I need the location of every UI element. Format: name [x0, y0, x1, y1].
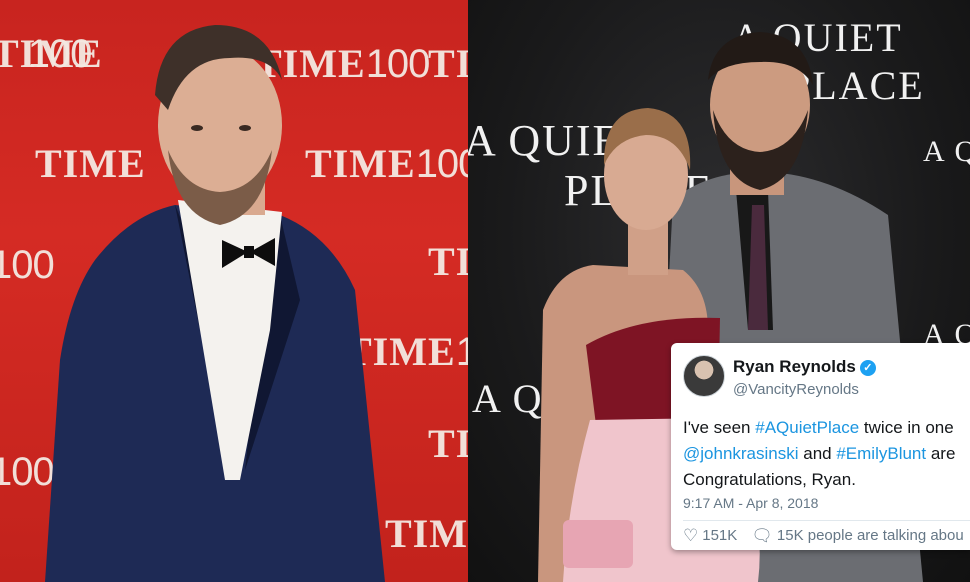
tweet-timestamp[interactable]: 9:17 AM - Apr 8, 2018 — [683, 495, 818, 511]
man-in-tuxedo — [45, 25, 385, 582]
tweet-author-handle[interactable]: @VancityReynolds — [733, 381, 859, 398]
hashtag-link[interactable]: #AQuietPlace — [755, 418, 859, 437]
tweet-author-name[interactable]: Ryan Reynolds ✓ — [733, 357, 876, 377]
left-photo: TIME E100 TIME100 TIME TIME TIME100 100 … — [0, 0, 468, 582]
heart-icon: ♡ — [683, 526, 699, 545]
mention-link[interactable]: @johnkrasinski — [683, 444, 799, 463]
conversation-link[interactable]: 🗨 15K people are talking abou — [751, 526, 964, 545]
verified-badge-icon: ✓ — [859, 360, 876, 376]
like-count: 151K — [702, 527, 738, 544]
like-button[interactable]: ♡ 151K — [683, 526, 738, 545]
avatar[interactable] — [683, 355, 725, 397]
conversation-count: 15K people are talking abou — [776, 527, 964, 544]
tweet-card[interactable]: Ryan Reynolds ✓ @VancityReynolds I've see… — [671, 343, 970, 550]
tweet-actions: ♡ 151K 🗨 15K people are talking abou — [683, 526, 964, 546]
divider — [683, 520, 970, 521]
tweet-text: I've seen #AQuietPlace twice in one @joh… — [683, 418, 956, 489]
speech-bubble-icon: 🗨 — [751, 526, 773, 545]
hashtag-link[interactable]: #EmilyBlunt — [836, 444, 926, 463]
